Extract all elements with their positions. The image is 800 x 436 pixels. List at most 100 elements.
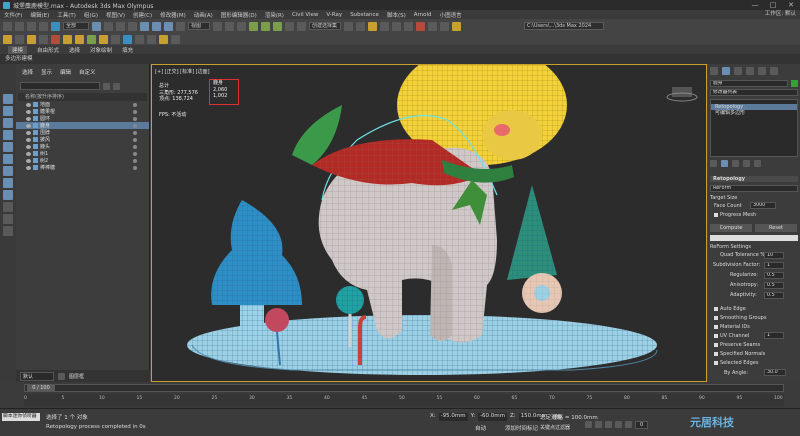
ribbon-tab-modeling[interactable]: 建模 xyxy=(8,45,28,54)
next-frame-icon[interactable] xyxy=(615,421,622,428)
filter-spacewarps-icon[interactable] xyxy=(3,154,13,164)
time-slider[interactable]: 0 / 100 xyxy=(24,384,784,392)
pin-stack-icon[interactable] xyxy=(710,160,717,167)
menu-file[interactable]: 文件(F) xyxy=(4,11,22,19)
spinner-snap-icon[interactable] xyxy=(285,21,294,31)
render-setup-icon[interactable] xyxy=(428,21,437,31)
coordinate-system-dropdown[interactable]: 视图 xyxy=(188,22,210,30)
modifier-list-dropdown[interactable]: 修改器列表 xyxy=(710,89,798,96)
sun-icon[interactable] xyxy=(27,34,36,44)
menu-create[interactable]: 创建(C) xyxy=(133,11,152,19)
manipulate-icon[interactable] xyxy=(225,21,234,31)
camera-icon[interactable] xyxy=(15,34,24,44)
auto-edge-checkbox[interactable]: Auto Edge xyxy=(710,306,798,312)
vray-sphere-icon[interactable] xyxy=(123,34,132,44)
menu-scripting[interactable]: 脚本(S) xyxy=(387,11,406,19)
redo-icon[interactable] xyxy=(15,21,24,31)
percent-snap-icon[interactable] xyxy=(273,21,282,31)
modify-tab-icon[interactable] xyxy=(722,67,730,75)
undo-icon[interactable] xyxy=(3,21,12,31)
go-to-end-icon[interactable] xyxy=(625,421,632,428)
create-tab-icon[interactable] xyxy=(710,67,718,75)
make-unique-icon[interactable] xyxy=(732,160,739,167)
unlink-icon[interactable] xyxy=(39,21,48,31)
ribbon-tab-object-paint[interactable]: 对象绘制 xyxy=(90,46,112,54)
object-name-field[interactable]: 鹿身 xyxy=(710,80,788,87)
uv-channel-input[interactable]: 1 xyxy=(764,332,784,339)
schematic-view-icon[interactable] xyxy=(404,21,413,31)
object-color-swatch[interactable] xyxy=(791,80,798,87)
eye-icon[interactable] xyxy=(26,116,31,121)
scale-icon[interactable] xyxy=(164,21,173,31)
eye-icon[interactable] xyxy=(26,109,31,114)
scene-item-cape[interactable]: 披风 xyxy=(16,136,149,143)
utilities-tab-icon[interactable] xyxy=(770,67,778,75)
freeze-icon[interactable] xyxy=(133,144,137,149)
workspace-selector[interactable]: 工作区: 默认 xyxy=(765,10,796,19)
filter-bones-icon[interactable] xyxy=(3,190,13,200)
anisotropy-input[interactable]: 0.5 xyxy=(764,282,784,289)
specified-normals-checkbox[interactable]: Specified Normals xyxy=(710,351,798,357)
maxscript-listener[interactable]: 脚本迷你侦听器 xyxy=(2,413,40,421)
menu-substance[interactable]: Substance xyxy=(350,12,379,18)
eye-icon[interactable] xyxy=(26,123,31,128)
viewport-label[interactable]: [+] [正交] [标准] [边面] xyxy=(155,68,210,75)
selected-set-dropdown[interactable]: 选定对象 xyxy=(540,413,562,421)
menu-civil-view[interactable]: Civil View xyxy=(292,12,318,18)
move-icon[interactable] xyxy=(140,21,149,31)
menu-modifiers[interactable]: 修改器(M) xyxy=(160,11,186,19)
menu-tools[interactable]: 工具(T) xyxy=(57,11,76,19)
freeze-icon[interactable] xyxy=(133,158,137,163)
eye-icon[interactable] xyxy=(26,165,31,170)
filter-geometry-icon[interactable] xyxy=(3,94,13,104)
maximize-button[interactable]: □ xyxy=(764,0,782,10)
menu-vray[interactable]: V-Ray xyxy=(326,12,342,18)
render-frame-icon[interactable] xyxy=(440,21,449,31)
menu-group[interactable]: 组(G) xyxy=(84,11,98,19)
bind-spacewarp-icon[interactable] xyxy=(51,21,60,31)
scene-tab-customize[interactable]: 自定义 xyxy=(79,68,96,76)
reset-button[interactable]: Reset xyxy=(755,224,797,232)
angle-snap-icon[interactable] xyxy=(261,21,270,31)
material-ids-checkbox[interactable]: Material IDs xyxy=(710,324,798,330)
scene-item-lollipop[interactable]: 棒棒糖 xyxy=(16,164,149,171)
compute-button[interactable]: Compute xyxy=(710,224,752,232)
scene-item-deer-body[interactable]: 鹿身 xyxy=(16,122,149,129)
app-icon[interactable] xyxy=(3,1,10,9)
uv-channel-checkbox[interactable]: UV Channel xyxy=(710,333,798,339)
menu-views[interactable]: 视图(V) xyxy=(106,11,125,19)
scene-tab-display[interactable]: 显示 xyxy=(41,68,52,76)
y-coordinate[interactable]: -60.0mm xyxy=(478,413,508,421)
vray-icon[interactable] xyxy=(51,34,60,44)
mirror-icon[interactable] xyxy=(344,21,353,31)
project-path-field[interactable]: C:\Users\...\3ds Max 2024 xyxy=(524,22,604,30)
layer-icon[interactable] xyxy=(58,372,66,380)
placement-icon[interactable] xyxy=(176,21,185,31)
vray-fur-icon[interactable] xyxy=(99,34,108,44)
freeze-icon[interactable] xyxy=(133,116,137,121)
retopology-rollout-header[interactable]: Retopology xyxy=(710,176,798,182)
x-coordinate[interactable]: -95.0mm xyxy=(438,413,468,421)
filter-xrefs-icon[interactable] xyxy=(3,178,13,188)
eye-icon[interactable] xyxy=(26,130,31,135)
curve-editor-icon[interactable] xyxy=(392,21,401,31)
scene-item-tree1[interactable]: 树1 xyxy=(16,150,149,157)
filter-groups-icon[interactable] xyxy=(3,166,13,176)
scene-tab-select[interactable]: 选择 xyxy=(22,68,33,76)
by-angle-input[interactable]: 30.0 xyxy=(764,369,786,376)
minimize-button[interactable]: — xyxy=(746,0,764,10)
current-frame-input[interactable]: 0 xyxy=(635,421,649,429)
material-editor-icon[interactable] xyxy=(416,21,425,31)
selected-edges-checkbox[interactable]: Selected Edges xyxy=(710,360,798,366)
key-filters-button[interactable]: 关键点过滤器 xyxy=(540,424,570,431)
link-icon[interactable] xyxy=(27,21,36,31)
window-crossing-icon[interactable] xyxy=(128,21,137,31)
rotate-icon[interactable] xyxy=(152,21,161,31)
vray-env-icon[interactable] xyxy=(171,34,180,44)
eye-icon[interactable] xyxy=(26,158,31,163)
menu-extra[interactable]: 小图语言 xyxy=(440,11,462,19)
freeze-icon[interactable] xyxy=(133,102,137,107)
go-to-start-icon[interactable] xyxy=(585,421,592,428)
perspective-viewport[interactable]: [+] [正交] [标准] [边面] 总计 三角形: 277,576 顶点: 1… xyxy=(151,64,707,382)
vray-light-icon[interactable] xyxy=(63,34,72,44)
